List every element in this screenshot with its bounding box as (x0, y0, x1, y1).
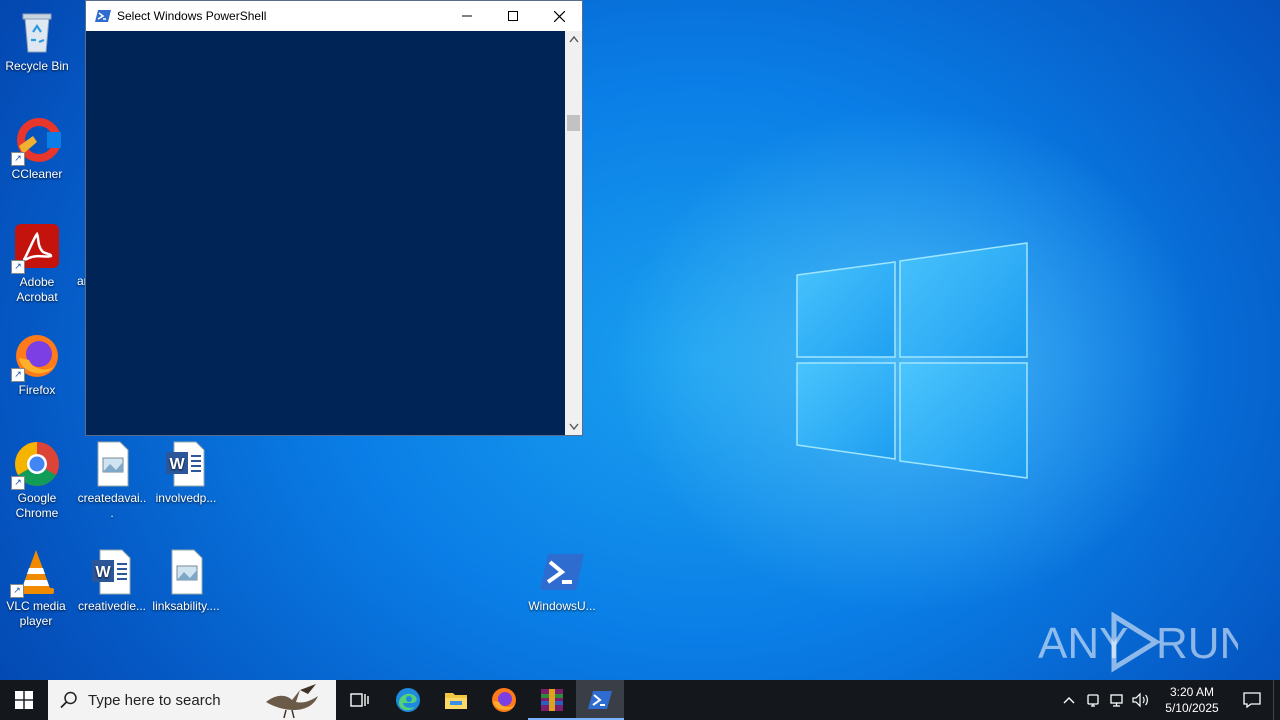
taskbar-search-box[interactable]: Type here to search (48, 680, 336, 720)
window-titlebar[interactable]: Select Windows PowerShell (86, 1, 582, 31)
vlc-icon: ↗ (10, 548, 60, 598)
desktop-icon-linksability[interactable]: linksability.... (151, 548, 221, 614)
maximize-button[interactable] (490, 1, 536, 31)
word-doc-icon: W (88, 548, 136, 596)
image-file-icon (88, 440, 136, 488)
firefox-icon (492, 688, 516, 712)
adobe-acrobat-icon: ↗ (11, 224, 61, 274)
desktop-icon-createdavai[interactable]: createdavai... (77, 440, 147, 521)
scrollbar-thumb[interactable] (567, 115, 580, 131)
console-output-area[interactable] (86, 31, 565, 435)
watermark-text-run: RUN (1156, 619, 1238, 668)
desktop-icon-label: linksability.... (152, 599, 220, 613)
scroll-up-arrow-icon[interactable] (565, 31, 582, 48)
volume-button[interactable] (1129, 680, 1153, 720)
desktop-icon-windowsu[interactable]: WindowsU... (527, 548, 597, 614)
anyrun-watermark: ANY RUN (1038, 611, 1238, 673)
desktop-icon-label: creativedie... (77, 599, 147, 613)
taskbar: Type here to search 3:20 AM 5/10/2025 (0, 680, 1280, 720)
image-file-icon (162, 548, 210, 596)
desktop-icon-vlc[interactable]: ↗ VLC media player (1, 548, 71, 629)
task-view-icon (350, 693, 369, 707)
taskbar-clock[interactable]: 3:20 AM 5/10/2025 (1157, 684, 1227, 716)
search-highlight-geese-icon (266, 684, 318, 719)
taskbar-powershell[interactable] (576, 680, 624, 720)
taskbar-file-explorer[interactable] (432, 680, 480, 720)
powershell-icon (588, 691, 612, 709)
clock-date: 5/10/2025 (1165, 701, 1219, 715)
taskbar-firefox[interactable] (480, 680, 528, 720)
desktop-icon-adobe-acrobat[interactable]: ↗ Adobe Acrobat (2, 224, 72, 305)
speaker-icon (1132, 692, 1148, 708)
shortcut-arrow-icon: ↗ (11, 152, 25, 166)
tray-device-button[interactable] (1081, 680, 1105, 720)
desktop-icon-label: CCleaner (11, 167, 63, 181)
shortcut-arrow-icon: ↗ (10, 584, 24, 598)
desktop-icon-involvedp[interactable]: W involvedp... (151, 440, 221, 506)
firefox-icon: ↗ (11, 332, 61, 382)
search-icon (60, 691, 77, 709)
desktop-icon-label: createdavai... (77, 491, 147, 520)
recycle-bin-icon (13, 8, 61, 56)
action-center-button[interactable] (1231, 680, 1273, 720)
edge-icon (396, 688, 420, 712)
chrome-icon: ↗ (11, 440, 61, 490)
desktop: Recycle Bin ↗ CCleaner ↗ Adobe Acrobat a… (0, 0, 1280, 680)
desktop-icon-google-chrome[interactable]: ↗ Google Chrome (2, 440, 72, 521)
window-title: Select Windows PowerShell (117, 9, 267, 23)
task-view-button[interactable] (336, 680, 384, 720)
desktop-icon-creativedie[interactable]: W creativedie... (77, 548, 147, 614)
powershell-icon (95, 10, 111, 22)
minimize-icon (462, 15, 472, 17)
system-tray: 3:20 AM 5/10/2025 (1057, 680, 1280, 720)
ccleaner-icon: ↗ (11, 116, 61, 166)
desktop-icon-label: Firefox (18, 383, 56, 397)
notification-icon (1243, 692, 1261, 708)
clock-time: 3:20 AM (1169, 685, 1215, 699)
device-icon (1087, 694, 1099, 707)
show-hidden-icons-button[interactable] (1057, 680, 1081, 720)
network-icon (1110, 694, 1123, 707)
desktop-icon-ccleaner[interactable]: ↗ CCleaner (2, 116, 72, 182)
desktop-icon-label: WindowsU... (528, 599, 596, 613)
powershell-script-icon (538, 548, 586, 596)
shortcut-arrow-icon: ↗ (11, 260, 25, 274)
taskbar-edge[interactable] (384, 680, 432, 720)
taskbar-winrar[interactable] (528, 680, 576, 720)
desktop-icon-label: Adobe Acrobat (16, 275, 58, 304)
desktop-icon-label: Recycle Bin (5, 59, 69, 73)
search-placeholder: Type here to search (88, 691, 221, 709)
start-button[interactable] (0, 680, 48, 720)
winrar-icon (541, 689, 563, 711)
minimize-button[interactable] (444, 1, 490, 31)
desktop-icon-label: Google Chrome (15, 491, 59, 520)
svg-text:W: W (95, 564, 111, 581)
svg-text:W: W (169, 456, 185, 473)
windows-logo-wallpaper (796, 242, 1028, 479)
scroll-down-arrow-icon[interactable] (565, 418, 582, 435)
desktop-icon-label: involvedp... (155, 491, 217, 505)
vertical-scrollbar[interactable] (565, 31, 582, 435)
network-button[interactable] (1105, 680, 1129, 720)
file-explorer-icon (445, 693, 467, 709)
desktop-icon-label: VLC media player (6, 599, 66, 628)
word-doc-icon: W (162, 440, 210, 488)
desktop-icon-firefox[interactable]: ↗ Firefox (2, 332, 72, 398)
show-desktop-button[interactable] (1273, 680, 1280, 720)
maximize-icon (508, 11, 518, 21)
shortcut-arrow-icon: ↗ (11, 368, 25, 382)
chevron-up-icon (1063, 697, 1075, 704)
shortcut-arrow-icon: ↗ (11, 476, 25, 490)
close-icon (553, 10, 565, 22)
windows-start-icon (15, 691, 33, 709)
close-button[interactable] (536, 1, 582, 31)
desktop-icon-recycle-bin[interactable]: Recycle Bin (2, 8, 72, 74)
powershell-window[interactable]: Select Windows PowerShell (85, 0, 583, 436)
